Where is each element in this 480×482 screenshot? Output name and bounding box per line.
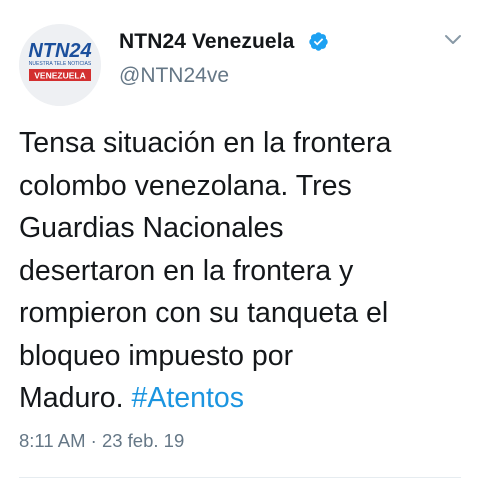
divider	[19, 477, 461, 478]
verified-badge-icon	[309, 32, 328, 51]
tweet-text: Tensa situación en la frontera colombo ve…	[19, 122, 469, 420]
tweet-text-line: Guardias Nacionales	[19, 212, 284, 244]
tweet-text-line: Maduro.	[19, 382, 132, 414]
chevron-down-icon[interactable]	[444, 34, 462, 46]
ntn24-logo: NTN24 NUESTRA TELE NOTICIAS VENEZUELA	[19, 24, 101, 106]
svg-text:NUESTRA TELE NOTICIAS: NUESTRA TELE NOTICIAS	[29, 61, 92, 67]
tweet-card: NTN24 NUESTRA TELE NOTICIAS VENEZUELA NT…	[0, 0, 480, 482]
tweet-timestamp[interactable]: 8:11 AM · 23 feb. 19	[19, 430, 184, 452]
tweet-text-line: bloqueo impuesto por	[19, 339, 294, 372]
display-name[interactable]: NTN24 Venezuela	[119, 30, 294, 54]
svg-text:VENEZUELA: VENEZUELA	[34, 71, 85, 81]
tweet-text-line: desertaron en la frontera y	[19, 254, 354, 287]
hashtag-link[interactable]: #Atentos	[131, 382, 244, 414]
tweet-text-line: colombo venezolana. Tres	[19, 169, 352, 202]
tweet-text-line: rompieron con su tanqueta el	[19, 297, 389, 329]
svg-text:NTN24: NTN24	[28, 40, 91, 62]
tweet-text-line: Tensa situación en la frontera	[19, 127, 392, 159]
user-handle[interactable]: @NTN24ve	[119, 64, 229, 88]
avatar[interactable]: NTN24 NUESTRA TELE NOTICIAS VENEZUELA	[19, 24, 101, 106]
